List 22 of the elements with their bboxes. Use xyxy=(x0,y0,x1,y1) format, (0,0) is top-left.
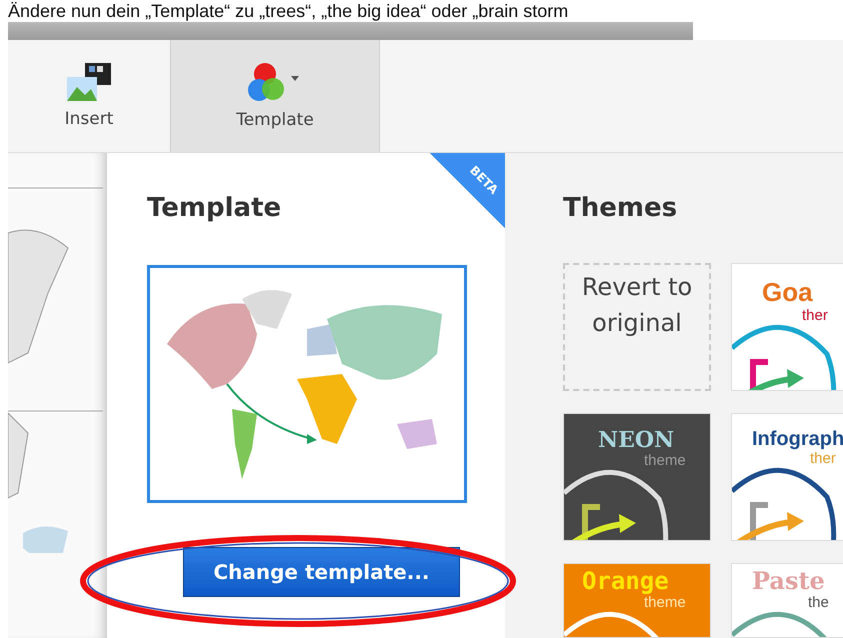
theme-tile[interactable]: Infograph ther xyxy=(731,413,843,541)
theme-title: Goa xyxy=(762,278,813,307)
theme-subtitle: theme xyxy=(644,594,686,612)
panel-heading: Themes xyxy=(563,193,678,223)
theme-subtitle: ther xyxy=(802,306,828,324)
theme-title: Paste xyxy=(752,568,825,594)
change-template-button[interactable]: Change template... xyxy=(183,547,460,597)
revert-theme-tile[interactable]: Revert to original xyxy=(563,263,711,391)
theme-subtitle: ther xyxy=(810,450,836,467)
theme-title: Infograph xyxy=(752,428,843,450)
theme-subtitle: the xyxy=(808,594,829,612)
image-film-icon xyxy=(67,63,111,103)
theme-tile[interactable]: NEON theme xyxy=(563,413,711,541)
template-button[interactable]: Template xyxy=(170,40,380,152)
theme-tile[interactable]: Goa ther xyxy=(731,263,843,391)
insert-button[interactable]: Insert xyxy=(8,40,170,152)
theme-tile[interactable]: Paste the xyxy=(731,563,843,638)
theme-title: Orange xyxy=(582,568,669,594)
panel-heading: Template xyxy=(147,193,282,223)
theme-title: NEON xyxy=(598,428,674,452)
theme-subtitle: theme xyxy=(644,452,686,470)
caption-text: Ändere nun dein „Template“ zu „trees“, „the big idea“ oder „brain storm xyxy=(8,1,568,21)
